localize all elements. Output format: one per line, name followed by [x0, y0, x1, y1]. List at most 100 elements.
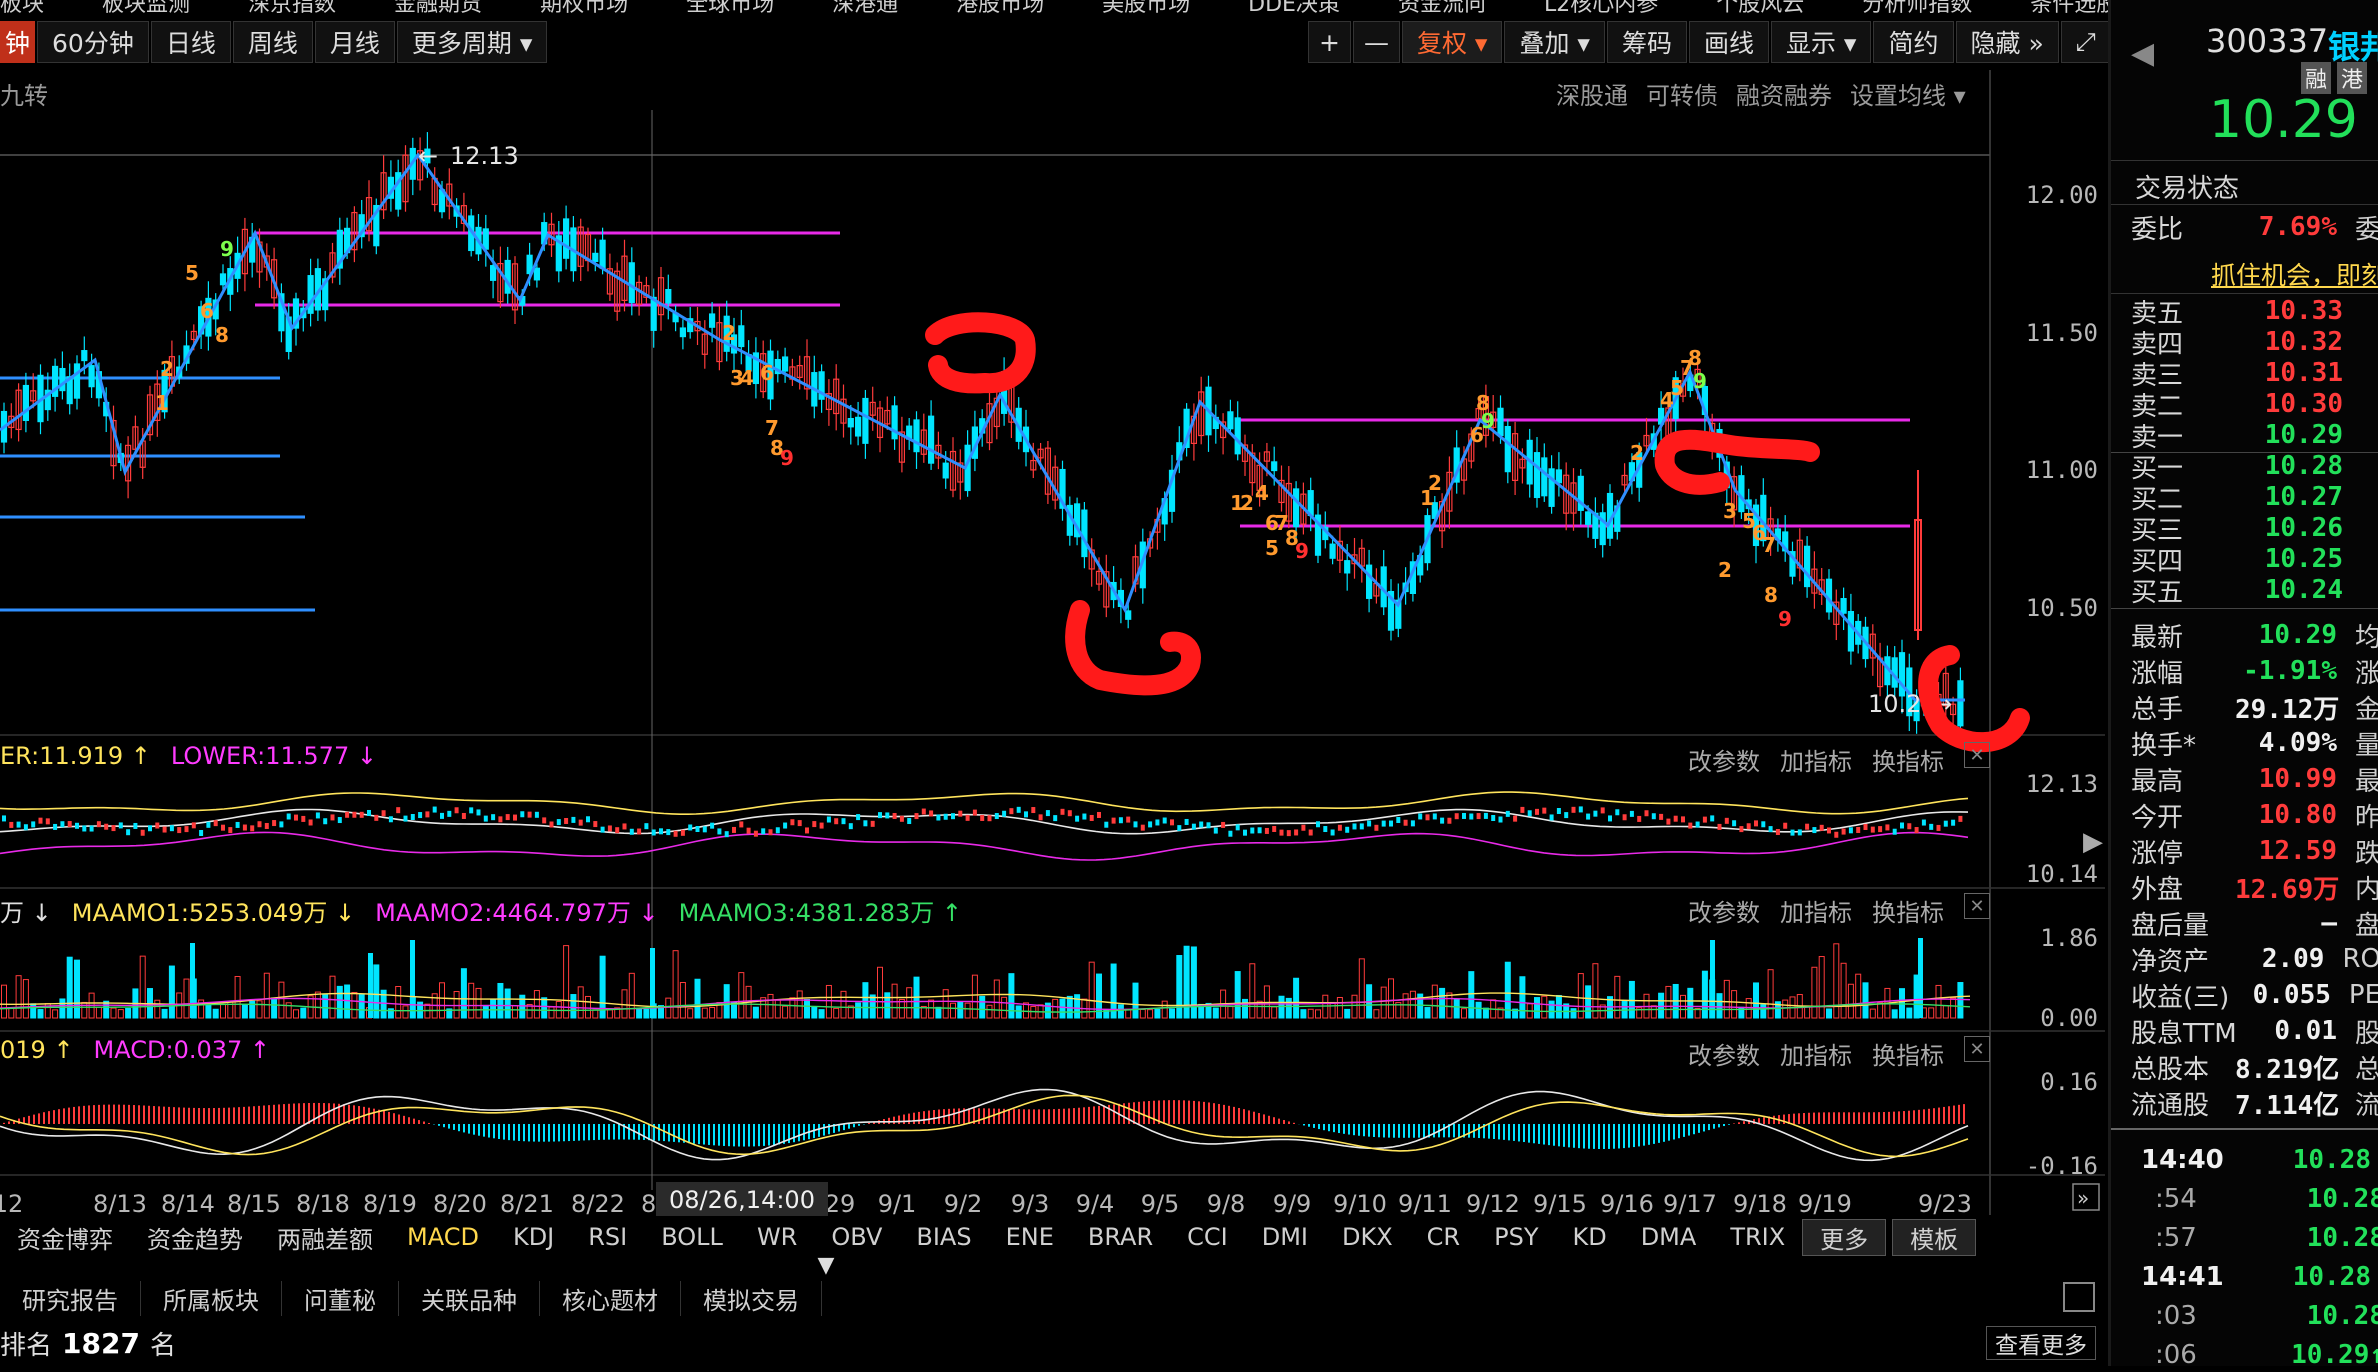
top-menu-item[interactable]: 分析师指数 [1862, 0, 1972, 17]
period-button[interactable]: 月线 [314, 21, 395, 63]
volume-bar [351, 991, 358, 1019]
boll-candle [1797, 829, 1802, 836]
period-button[interactable]: 周线 [232, 21, 313, 63]
top-menu-item[interactable]: 期权市场 [540, 0, 628, 17]
volume-bar [796, 990, 803, 1019]
sub-bar-link[interactable]: 设置均线 ▾ [1850, 76, 1966, 111]
sub-bar-link[interactable]: 融资融券 [1736, 76, 1832, 111]
toolbar-button[interactable]: 简约 [1873, 21, 1954, 63]
panel-button[interactable]: 换指标 [1872, 893, 1944, 928]
indicator-tab[interactable]: BRAR [1071, 1223, 1170, 1251]
see-more-button[interactable]: 查看更多 [1986, 1326, 2096, 1360]
panel-button[interactable]: 加指标 [1780, 1036, 1852, 1071]
indicator-tab[interactable]: RSI [571, 1223, 644, 1251]
top-menu-item[interactable]: 板块监测 [102, 0, 190, 17]
top-menu-item[interactable]: 条件选股 [2030, 0, 2118, 17]
indicator-tab[interactable]: BIAS [899, 1223, 988, 1251]
volume-bar [1592, 963, 1599, 1019]
boll-candle [666, 829, 671, 836]
top-menu-item[interactable]: 个股风云 [1716, 0, 1804, 17]
order-book-row: 买一 10.28 [2131, 451, 2378, 484]
footer-tab[interactable]: 关联品种 [399, 1280, 540, 1316]
indicator-tab[interactable]: TRIX [1713, 1223, 1802, 1251]
indicator-tab[interactable]: CR [1410, 1223, 1477, 1251]
more-indicators-button[interactable]: 更多 [1802, 1218, 1887, 1256]
panel-button[interactable]: 换指标 [1872, 742, 1944, 777]
top-menu-item[interactable]: L2核心内参 [1544, 0, 1658, 17]
panel-button[interactable]: 改参数 [1688, 742, 1760, 777]
indicator-tab[interactable]: MACD [390, 1223, 496, 1251]
panel-button[interactable]: 加指标 [1780, 742, 1852, 777]
period-button[interactable]: 钟 [0, 21, 36, 63]
panel-button[interactable]: 换指标 [1872, 1036, 1944, 1071]
toolbar-button[interactable]: 筹码 [1606, 21, 1687, 63]
footer-tab[interactable]: 所属板块 [141, 1280, 282, 1316]
indicator-tab[interactable]: DMI [1245, 1223, 1325, 1251]
volume-bar [439, 982, 445, 1019]
toolbar-button[interactable]: — [1352, 21, 1400, 63]
boll-candle [31, 821, 36, 828]
toolbar-button[interactable]: 显示 ▾ [1770, 21, 1872, 63]
footer-tab[interactable]: 研究报告 [0, 1280, 141, 1316]
back-arrow-icon[interactable]: ◀ [2131, 36, 2154, 71]
toolbar-button[interactable]: 隐藏 » [1955, 21, 2059, 63]
period-button[interactable]: 60分钟 [37, 21, 149, 63]
footer-tab[interactable]: 模拟交易 [681, 1280, 822, 1316]
promo-link[interactable]: 抓住机会，即刻 [2211, 256, 2378, 292]
toolbar-button[interactable]: 复权 ▾ [1401, 21, 1503, 63]
boll-candle [542, 817, 547, 824]
period-button[interactable]: 日线 [150, 21, 231, 63]
toolbar-button[interactable]: + [1308, 21, 1351, 63]
indicator-tab[interactable]: 资金趋势 [130, 1220, 260, 1255]
indicator-tab[interactable]: KDJ [496, 1223, 571, 1251]
period-button[interactable]: 更多周期 ▾ [396, 21, 548, 63]
sub-bar-link[interactable]: 可转债 [1646, 76, 1718, 111]
indicator-tab[interactable]: 资金博弈 [0, 1220, 130, 1255]
sub-bar-link[interactable]: 深股通 [1556, 76, 1628, 111]
toolbar-button[interactable]: 画线 [1688, 21, 1769, 63]
top-menu-item[interactable]: 金融期货 [394, 0, 482, 17]
volume-bar [833, 1007, 840, 1019]
top-menu-item[interactable]: 深港通 [832, 0, 898, 17]
top-menu-item[interactable]: DDE决策 [1248, 0, 1340, 17]
template-button[interactable]: 模板 [1892, 1218, 1977, 1256]
indicator-tab[interactable]: CCI [1170, 1223, 1245, 1251]
candle-body [219, 273, 227, 286]
quote-value: -1.91% [2243, 656, 2337, 686]
indicator-tab[interactable]: DKX [1325, 1223, 1410, 1251]
indicator-tab[interactable]: 两融差额 [260, 1220, 390, 1255]
close-icon[interactable]: ✕ [1964, 893, 1990, 919]
collapse-side-icon[interactable]: ▶ [2083, 827, 2103, 857]
boll-candle [790, 819, 795, 826]
indicator-tab[interactable]: DMA [1624, 1223, 1714, 1251]
top-menu-item[interactable]: 深京指数 [248, 0, 336, 17]
top-menu-item[interactable]: 港股市场 [956, 0, 1044, 17]
boll-candle [315, 812, 320, 819]
top-menu-item[interactable]: 资金流向 [1398, 0, 1486, 17]
volume-bar [628, 972, 635, 1019]
indicator-tab[interactable]: KD [1555, 1223, 1623, 1251]
top-menu-item[interactable]: 板块 [0, 0, 44, 17]
indicator-tab[interactable]: WR [740, 1223, 814, 1251]
panel-button[interactable]: 加指标 [1780, 893, 1852, 928]
top-menu-item[interactable]: 全球市场 [686, 0, 774, 17]
kline-chart-area[interactable]: 12.00 11.50 11.00 10.50 12.13 10.14 1.86 0.00 0.… [0, 0, 2264, 1366]
panel-button[interactable]: 改参数 [1688, 893, 1760, 928]
boll-candle [1337, 824, 1342, 831]
download-icon[interactable] [2063, 1282, 2095, 1312]
toolbar-button[interactable]: 叠加 ▾ [1504, 21, 1605, 63]
footer-tab[interactable]: 问董秘 [282, 1280, 399, 1316]
kline-chart-svg[interactable]: 12.00 11.50 11.00 10.50 12.13 10.14 1.86 0.00 0.… [0, 0, 2105, 1366]
panel-button[interactable]: 改参数 [1688, 1036, 1760, 1071]
indicator-tab[interactable]: PSY [1477, 1223, 1555, 1251]
indicator-tab[interactable]: OBV [814, 1223, 899, 1251]
close-icon[interactable]: ✕ [1964, 742, 1990, 768]
close-icon[interactable]: ✕ [1964, 1036, 1990, 1062]
footer-tab[interactable]: 核心题材 [540, 1280, 681, 1316]
top-menu-item[interactable]: 美股市场 [1102, 0, 1190, 17]
toolbar-button[interactable]: ⤢ [2060, 21, 2111, 63]
volume-bar [1015, 1005, 1022, 1019]
indicator-tab[interactable]: BOLL [644, 1223, 740, 1251]
indicator-tab[interactable]: ENE [989, 1223, 1071, 1251]
volume-bar [293, 1009, 299, 1019]
